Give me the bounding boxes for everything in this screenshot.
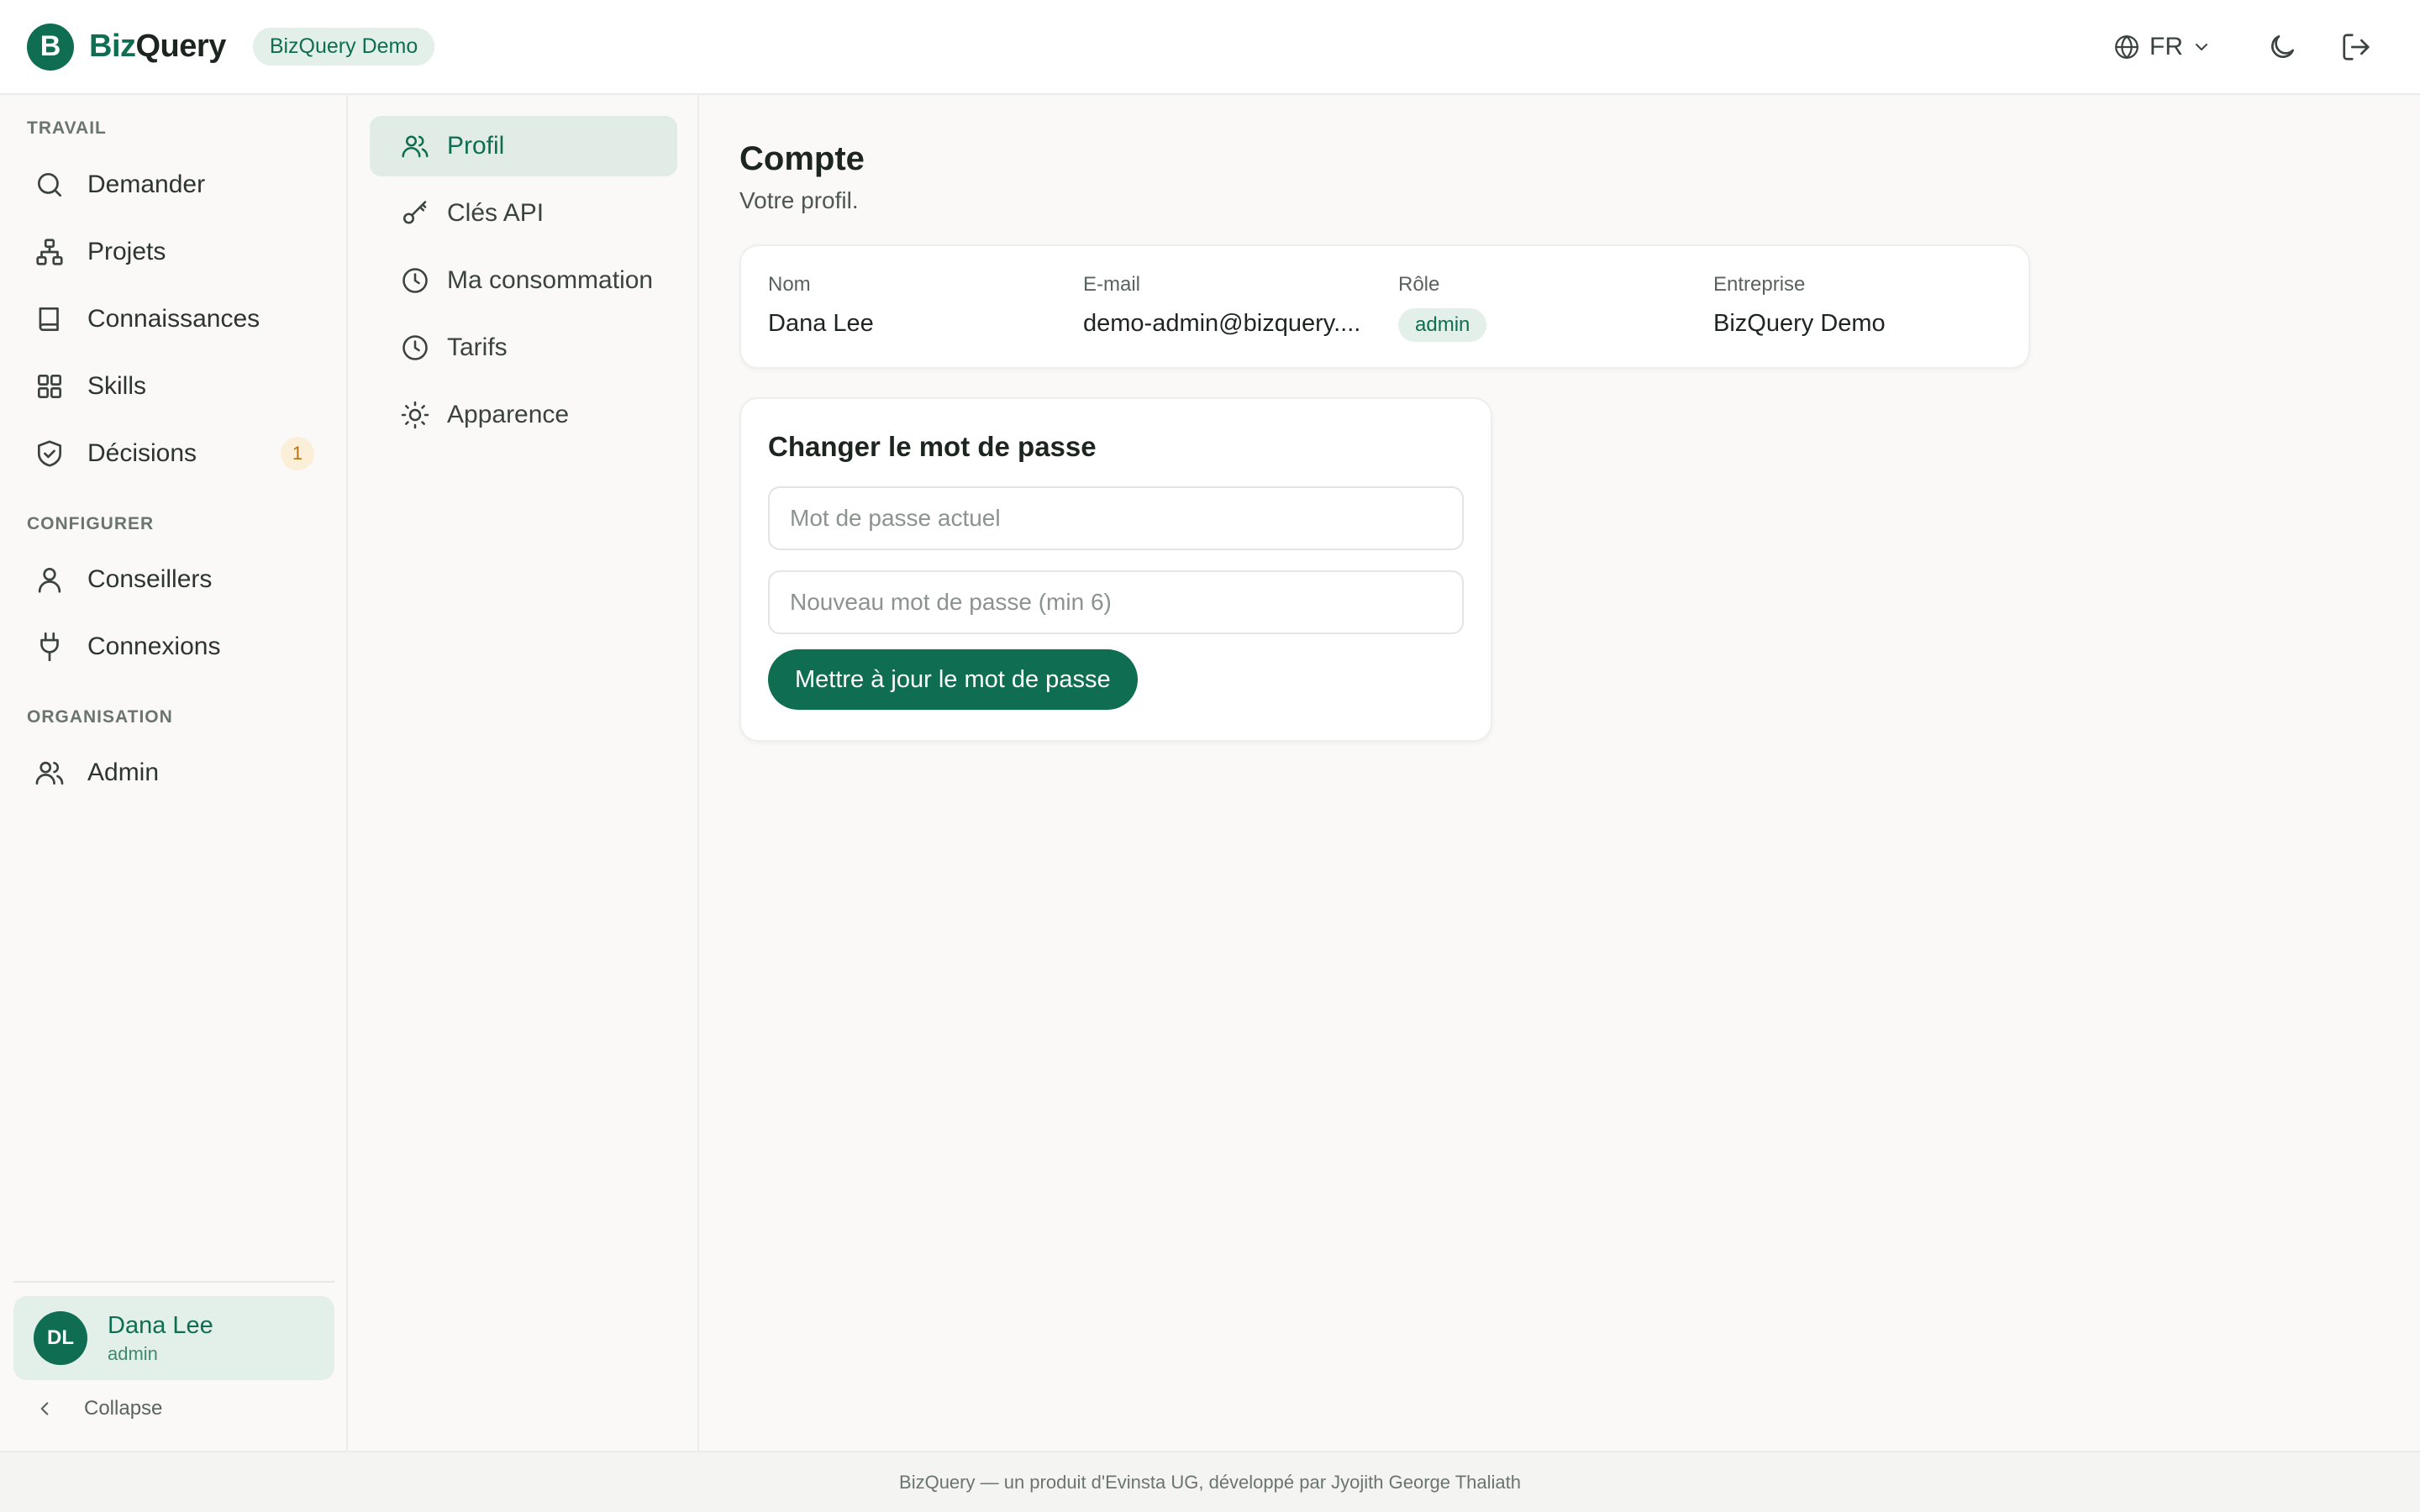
key-icon — [402, 201, 427, 224]
profile-field-role: Rôle admin — [1398, 273, 1487, 342]
search-icon — [37, 172, 62, 197]
brand-name: BizQuery — [89, 29, 226, 65]
sidebar-item-skills[interactable]: Skills — [13, 356, 334, 417]
profile-field-name: Nom Dana Lee — [768, 273, 874, 338]
subnav-item-label: Apparence — [447, 401, 570, 428]
field-value: demo-admin@bizquery.... — [1083, 310, 1361, 337]
book-icon — [39, 307, 59, 332]
profile-field-company: Entreprise BizQuery Demo — [1713, 273, 1886, 338]
sun-icon — [401, 401, 429, 429]
field-value: BizQuery Demo — [1713, 310, 1886, 337]
subnav-item-label: Profil — [447, 132, 505, 160]
workspace-badge: BizQuery Demo — [252, 28, 435, 66]
clock-icon — [402, 268, 428, 293]
users-icon — [402, 135, 429, 158]
user-meta: Dana Lee admin — [108, 1312, 213, 1365]
subnav-item-appearance[interactable]: Apparence — [370, 385, 677, 445]
sidebar-item-label: Demander — [87, 171, 206, 198]
logout-icon — [2343, 33, 2370, 60]
main-content: Compte Votre profil. Nom Dana Lee E-mail… — [699, 95, 2420, 1451]
subnav-item-api-keys[interactable]: Clés API — [370, 183, 677, 244]
account-subnav: Profil Clés API Ma consommation Tarifs A… — [348, 95, 699, 1451]
subnav-item-label: Ma consommation — [447, 266, 654, 294]
sidebar-item-label: Skills — [87, 372, 147, 400]
field-label: Rôle — [1398, 273, 1440, 296]
subnav-item-label: Tarifs — [447, 333, 508, 361]
user-icon — [38, 567, 61, 593]
sidebar-item-admin[interactable]: Admin — [13, 743, 334, 803]
app-root: B BizQuery BizQuery Demo FR TRAVAIL Dema… — [0, 0, 2420, 1512]
sidebar-item-ask[interactable]: Demander — [13, 155, 334, 215]
sidebar-item-projects[interactable]: Projets — [13, 222, 334, 282]
subnav-item-label: Clés API — [447, 199, 544, 227]
change-password-card: Changer le mot de passe Mettre à jour le… — [739, 397, 1492, 742]
collapse-label: Collapse — [84, 1397, 163, 1420]
sidebar-item-label: Projets — [87, 238, 166, 265]
decisions-count-badge: 1 — [281, 437, 314, 470]
clock-icon — [402, 335, 428, 360]
section-label-configure: CONFIGURER — [27, 514, 155, 533]
brand-name-part2: Query — [135, 29, 227, 64]
section-label-organisation: ORGANISATION — [27, 707, 173, 727]
field-label: Nom — [768, 273, 811, 296]
shield-check-icon — [37, 440, 62, 467]
primary-sidebar: TRAVAIL Demander Projets Connaissances S… — [0, 95, 348, 1451]
role-badge: admin — [1398, 308, 1487, 342]
subnav-item-profile[interactable]: Profil — [370, 116, 677, 176]
theme-toggle-button[interactable] — [2245, 10, 2319, 84]
collapse-sidebar-button[interactable]: Collapse — [34, 1397, 162, 1420]
user-role: admin — [108, 1342, 158, 1364]
sidebar-item-advisors[interactable]: Conseillers — [13, 549, 334, 610]
change-password-title: Changer le mot de passe — [768, 431, 1097, 462]
logout-button[interactable] — [2319, 10, 2393, 84]
page-footer: BizQuery — un produit d'Evinsta UG, déve… — [0, 1451, 2420, 1512]
sidebar-item-label: Connaissances — [87, 305, 260, 333]
subnav-item-usage[interactable]: Ma consommation — [370, 250, 677, 311]
current-user-card[interactable]: DL Dana Lee admin — [13, 1296, 334, 1380]
profile-summary-card: Nom Dana Lee E-mail demo-admin@bizquery.… — [739, 244, 2030, 369]
sidebar-item-label: Connexions — [87, 633, 221, 660]
users-icon — [35, 761, 64, 785]
language-code: FR — [2149, 32, 2183, 60]
subnav-item-pricing[interactable]: Tarifs — [370, 318, 677, 378]
new-password-input[interactable] — [768, 570, 1464, 634]
field-label: E-mail — [1083, 273, 1141, 296]
sidebar-item-connections[interactable]: Connexions — [13, 617, 334, 677]
current-password-input[interactable] — [768, 486, 1464, 550]
language-selector[interactable]: FR — [2112, 33, 2212, 61]
grid-icon — [37, 374, 62, 399]
header-actions: FR — [2112, 10, 2393, 84]
moon-icon — [2271, 34, 2295, 58]
sidebar-item-decisions[interactable]: Décisions 1 — [13, 423, 334, 484]
page-title: Compte — [739, 140, 865, 177]
chevron-down-icon — [2196, 43, 2207, 50]
brand-name-part1: Biz — [89, 29, 136, 64]
avatar: DL — [34, 1311, 87, 1365]
sidebar-item-label: Admin — [87, 759, 160, 786]
sidebar-divider — [13, 1281, 334, 1283]
user-name: Dana Lee — [108, 1311, 213, 1339]
top-header: B BizQuery BizQuery Demo FR — [0, 0, 2420, 95]
field-label: Entreprise — [1713, 273, 1806, 296]
update-password-button[interactable]: Mettre à jour le mot de passe — [768, 649, 1138, 710]
plug-icon — [40, 632, 59, 662]
profile-field-email: E-mail demo-admin@bizquery.... — [1083, 273, 1360, 338]
sidebar-item-knowledge[interactable]: Connaissances — [13, 289, 334, 349]
field-value: Dana Lee — [768, 310, 874, 337]
footer-text: BizQuery — un produit d'Evinsta UG, déve… — [899, 1471, 1521, 1493]
sidebar-item-label: Décisions — [87, 439, 197, 467]
logo-icon[interactable]: B — [27, 23, 74, 71]
sidebar-item-label: Conseillers — [87, 565, 213, 593]
page-subtitle: Votre profil. — [739, 187, 859, 213]
globe-icon — [2115, 34, 2139, 59]
network-icon — [36, 239, 63, 265]
chevron-left-icon — [40, 1402, 49, 1415]
section-label-work: TRAVAIL — [27, 118, 107, 138]
